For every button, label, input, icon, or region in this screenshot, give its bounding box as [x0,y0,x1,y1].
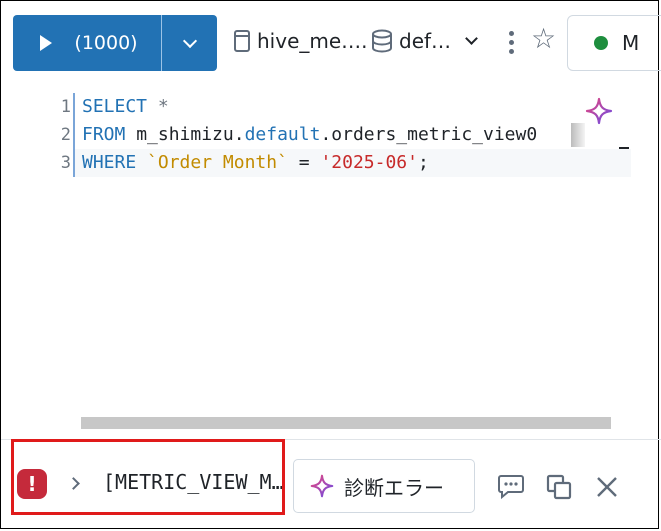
text-cursor [619,147,629,149]
chat-icon[interactable] [497,473,525,499]
editor-window: (1000) hive_me…. def… ☆ M 1 2 3 SELECT *… [0,0,661,529]
catalog-name: hive_me…. [257,29,368,53]
code-token: .orders_metric_view0 [320,124,538,145]
code-token: ; [417,152,429,173]
database-icon [372,29,392,53]
highlight-box [11,439,285,515]
run-limit-label: (1000) [74,32,138,54]
catalog-selector[interactable]: hive_me…. [233,29,368,53]
line-number: 1 [60,97,71,117]
close-icon[interactable] [593,473,621,501]
line-number: 2 [60,125,71,145]
chevron-down-icon [182,33,197,48]
run-options-dropdown[interactable] [162,15,217,71]
compute-name: M [622,31,640,55]
diagnose-label: 診断エラー [344,475,444,500]
code-token: = [287,152,321,173]
keyword: FROM [82,124,126,145]
copy-icon[interactable] [545,473,573,501]
line-number: 3 [60,153,71,173]
sql-editor[interactable]: 1 2 3 SELECT * FROM m_shimizu.default.or… [13,93,631,433]
diagnose-error-button[interactable]: 診断エラー [293,459,475,513]
star-icon[interactable]: ☆ [531,25,556,53]
code-token: m_shimizu. [125,124,245,145]
kebab-icon[interactable] [508,31,514,54]
string-literal: '2025-06' [320,152,418,173]
file-icon [234,30,250,52]
play-icon [40,35,53,51]
code-line-2: FROM m_shimizu.default.orders_metric_vie… [82,121,537,149]
run-button[interactable]: (1000) [13,15,217,71]
code-token: * [147,96,169,117]
chevron-down-icon [465,31,478,45]
sparkle-icon [310,474,334,498]
schema-selector[interactable]: def… [371,29,478,53]
horizontal-scrollbar[interactable] [81,417,611,429]
schema-name: def… [399,29,452,53]
keyword: SELECT [82,96,148,117]
code-line-3: WHERE `Order Month` = '2025-06'; [82,149,429,177]
status-dot-icon [594,36,608,50]
gutter-divider [73,93,75,177]
run-main[interactable]: (1000) [13,15,161,71]
keyword: WHERE [82,152,137,173]
sparkle-icon[interactable] [585,97,613,125]
identifier: `Order Month` [147,152,288,173]
compute-selector[interactable]: M [567,15,661,71]
code-line-1: SELECT * [82,93,169,121]
code-token: default [244,124,321,145]
overflow-fade [571,123,585,147]
